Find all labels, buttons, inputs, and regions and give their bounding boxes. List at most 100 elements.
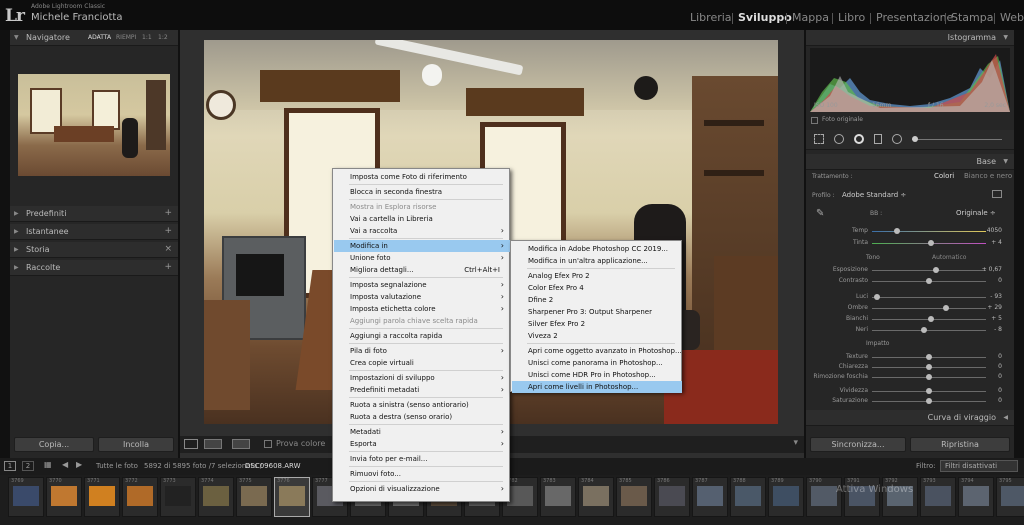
copy-settings-button[interactable]: Copia... (14, 437, 94, 452)
slider-knob[interactable] (943, 305, 950, 311)
menu-item-pila-di-foto[interactable]: Pila di foto › (334, 345, 510, 357)
menu-item-dfine-2[interactable]: Dfine 2 (512, 294, 682, 306)
menu-item-predefiniti-metadati[interactable]: Predefiniti metadati › (334, 384, 510, 396)
module-web[interactable]: Web (1000, 11, 1024, 24)
menu-item-modifica-in-un-altra-applicazione[interactable]: Modifica in un'altra applicazione... (512, 255, 682, 267)
navigator-preview[interactable] (18, 74, 170, 176)
loupe-view-icon[interactable] (184, 439, 198, 449)
original-photo-checkbox[interactable] (811, 117, 818, 124)
filmstrip-thumbnail[interactable]: 3784 (578, 477, 614, 517)
menu-item-opzioni-di-visualizzazione[interactable]: Opzioni di visualizzazione › (334, 483, 510, 495)
menu-item-ruota-a-destra-senso-orario[interactable]: Ruota a destra (senso orario) (334, 411, 510, 423)
slider-value[interactable]: 4050 (987, 227, 1002, 234)
slider-ombre[interactable]: Ombre + 29 (806, 303, 1014, 313)
menu-item-ruota-a-sinistra-senso-antiorario[interactable]: Ruota a sinistra (senso antiorario) (334, 399, 510, 411)
slider-track[interactable] (872, 297, 986, 298)
spot-removal-icon[interactable] (834, 134, 844, 144)
treatment-color-option[interactable]: Colori (934, 172, 954, 180)
module-mappa[interactable]: Mappa (792, 11, 829, 24)
crop-tool-icon[interactable] (814, 134, 824, 144)
menu-item-unisci-come-hdr-pro-in-photoshop[interactable]: Unisci come HDR Pro in Photoshop... (512, 369, 682, 381)
basic-header[interactable]: Base ▼ (806, 154, 1014, 170)
filmstrip-thumbnail[interactable]: 3771 (84, 477, 120, 517)
menu-item-aggiungi-a-raccolta-rapida[interactable]: Aggiungi a raccolta rapida (334, 330, 510, 342)
slider-value[interactable]: + 29 (987, 304, 1002, 311)
menu-item-apri-come-livelli-in-photoshop[interactable]: Apri come livelli in Photoshop... (512, 381, 682, 393)
menu-item-crea-copie-virtuali[interactable]: Crea copie virtuali (334, 357, 510, 369)
module-libro[interactable]: Libro (838, 11, 865, 24)
reset-button[interactable]: Ripristina (910, 437, 1010, 452)
forward-arrow-icon[interactable]: ▶ (76, 460, 82, 469)
brush-slider-track[interactable] (912, 139, 1002, 140)
menu-item-sharpener-pro-3-output-sharpener[interactable]: Sharpener Pro 3: Output Sharpener (512, 306, 682, 318)
filmstrip-thumbnail[interactable]: 3769 (8, 477, 44, 517)
filmstrip-thumbnail[interactable]: 3774 (198, 477, 234, 517)
white-balance-select[interactable]: Originale ÷ (956, 209, 996, 217)
menu-item-color-efex-pro-4[interactable]: Color Efex Pro 4 (512, 282, 682, 294)
filmstrip-thumbnail[interactable]: 3770 (46, 477, 82, 517)
histogram-header[interactable]: Istogramma ▼ (806, 30, 1014, 46)
filmstrip-thumbnail[interactable]: 3792 (882, 477, 918, 517)
filmstrip-thumbnail[interactable]: 3795 (996, 477, 1024, 517)
filmstrip-thumbnail[interactable]: 3786 (654, 477, 690, 517)
menu-item-viveza-2[interactable]: Viveza 2 (512, 330, 682, 342)
filmstrip-thumbnail[interactable]: 3776 (274, 477, 310, 517)
add-icon[interactable]: + (164, 262, 172, 272)
slider-value[interactable]: - 93 (990, 293, 1002, 300)
graduated-filter-icon[interactable] (874, 134, 882, 144)
filmstrip-thumbnail[interactable]: 3789 (768, 477, 804, 517)
menu-item-blocca-in-seconda-finestra[interactable]: Blocca in seconda finestra (334, 186, 510, 198)
menu-item-invia-foto-per-e-mail[interactable]: Invia foto per e-mail... (334, 453, 510, 465)
proof-checkbox[interactable] (264, 440, 272, 448)
slider-esposizione[interactable]: Esposizione + 0,67 (806, 265, 1014, 275)
zoom-1-2-option[interactable]: 1:2 (158, 34, 168, 41)
slider-saturazione[interactable]: Saturazione 0 (806, 396, 1014, 406)
slider-value[interactable]: 0 (998, 277, 1002, 284)
menu-item-vai-a-raccolta[interactable]: Vai a raccolta › (334, 225, 510, 237)
user-name[interactable]: Michele Franciotta (31, 12, 122, 23)
radial-filter-icon[interactable] (892, 134, 902, 144)
slider-knob[interactable] (926, 388, 932, 394)
slider-knob[interactable] (921, 327, 928, 333)
page-1-button[interactable]: 1 (4, 461, 16, 471)
slider-knob[interactable] (926, 398, 932, 404)
filmstrip-thumbnail[interactable]: 3775 (236, 477, 272, 517)
add-icon[interactable]: + (164, 208, 172, 218)
module-libreria[interactable]: Libreria (690, 11, 732, 24)
menu-item-unione-foto[interactable]: Unione foto › (334, 252, 510, 264)
module-presentazione[interactable]: Presentazione (876, 11, 953, 24)
filmstrip-thumbnail[interactable]: 3773 (160, 477, 196, 517)
slider-knob[interactable] (928, 316, 935, 322)
slider-rimozione-foschia[interactable]: Rimozione foschia 0 (806, 372, 1014, 382)
filmstrip-thumbnail[interactable]: 3783 (540, 477, 576, 517)
menu-item-imposta-come-foto-di-riferimento[interactable]: Imposta come Foto di riferimento (334, 171, 510, 183)
filmstrip-thumbnail[interactable]: 3790 (806, 477, 842, 517)
slider-value[interactable]: 0 (998, 353, 1002, 360)
paste-settings-button[interactable]: Incolla (98, 437, 174, 452)
menu-item-silver-efex-pro-2[interactable]: Silver Efex Pro 2 (512, 318, 682, 330)
filmstrip-thumbnail[interactable]: 3791 (844, 477, 880, 517)
profile-select[interactable]: Adobe Standard ÷ (842, 191, 906, 199)
module-sviluppo[interactable]: Sviluppo (738, 11, 792, 24)
slider-value[interactable]: 0 (998, 373, 1002, 380)
filmstrip-thumbnail[interactable]: 3785 (616, 477, 652, 517)
section-storia[interactable]: ▶ Storia × (10, 242, 178, 258)
slider-knob[interactable] (926, 278, 932, 284)
slider-value[interactable]: - 8 (994, 326, 1002, 333)
close-icon[interactable]: × (164, 244, 172, 254)
zoom-fill-option[interactable]: RIEMPI (116, 34, 136, 41)
slider-value[interactable]: + 5 (991, 315, 1002, 322)
slider-chiarezza[interactable]: Chiarezza 0 (806, 362, 1014, 372)
slider-knob[interactable] (894, 228, 901, 234)
menu-item-imposta-etichetta-colore[interactable]: Imposta etichetta colore › (334, 303, 510, 315)
treatment-bw-option[interactable]: Bianco e nero (964, 172, 1012, 180)
menu-item-analog-efex-pro-2[interactable]: Analog Efex Pro 2 (512, 270, 682, 282)
page-2-button[interactable]: 2 (22, 461, 34, 471)
menu-item-imposta-segnalazione[interactable]: Imposta segnalazione › (334, 279, 510, 291)
menu-item-modifica-in[interactable]: Modifica in › (334, 240, 510, 252)
slider-track[interactable] (872, 270, 986, 271)
menu-item-unisci-come-panorama-in-photoshop[interactable]: Unisci come panorama in Photoshop... (512, 357, 682, 369)
filmstrip-thumbnail[interactable]: 3787 (692, 477, 728, 517)
zoom-1-1-option[interactable]: 1:1 (142, 34, 152, 41)
menu-item-rimuovi-foto[interactable]: Rimuovi foto... (334, 468, 510, 480)
